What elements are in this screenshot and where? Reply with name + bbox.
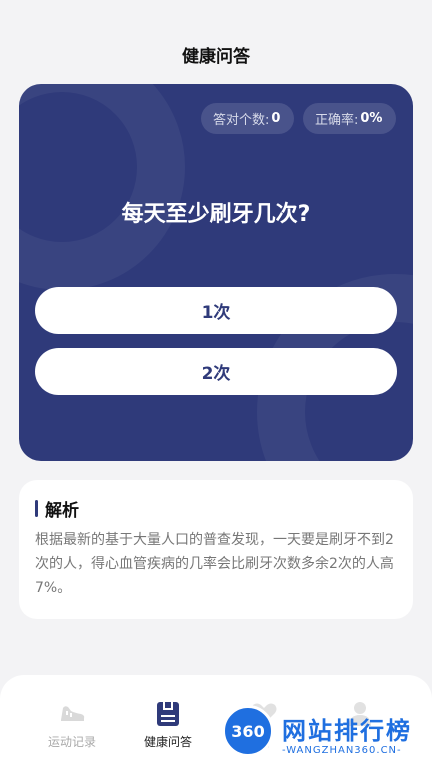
answer-option-2[interactable]: 2次 xyxy=(35,348,397,395)
correct-count-label: 答对个数: xyxy=(213,113,270,128)
analysis-card: 解析 根据最新的基于大量人口的普查发现，一天要是刷牙不到2次的人，得心血管疾病的… xyxy=(19,480,413,619)
analysis-title: 解析 xyxy=(45,501,79,521)
document-icon xyxy=(128,701,208,727)
nav-item-health-qa[interactable]: 健康问答 xyxy=(128,701,208,750)
nav-label: 健康问答 xyxy=(143,735,192,749)
nav-label: 运动记录 xyxy=(47,735,96,749)
watermark-title: 网站排行榜 xyxy=(282,717,412,745)
watermark-logo: 360 xyxy=(222,705,274,757)
heading-accent-bar xyxy=(35,500,38,517)
correct-count-badge: 答对个数: 0 xyxy=(201,103,294,134)
nav-item-exercise-record[interactable]: 运动记录 xyxy=(32,701,112,750)
watermark-subtitle: -WANGZHAN360.CN- xyxy=(282,745,402,756)
correct-count-value: 0 xyxy=(271,111,281,126)
accuracy-value: 0% xyxy=(360,111,383,126)
page-title: 健康问答 xyxy=(182,47,250,67)
answer-option-1[interactable]: 1次 xyxy=(35,287,397,334)
watermark: 360 网站排行榜 -WANGZHAN360.CN- xyxy=(222,705,432,765)
accuracy-badge: 正确率: 0% xyxy=(303,103,396,134)
question-text: 每天至少刷牙几次? xyxy=(121,202,311,227)
quiz-card: 答对个数: 0 正确率: 0% 每天至少刷牙几次? 1次 2次 xyxy=(19,84,413,461)
analysis-heading: 解析 xyxy=(35,496,397,521)
running-shoe-icon xyxy=(32,701,112,727)
accuracy-label: 正确率: xyxy=(315,113,359,128)
analysis-text: 根据最新的基于大量人口的普查发现，一天要是刷牙不到2次的人，得心血管疾病的几率会… xyxy=(35,532,394,596)
decorative-circle xyxy=(19,84,185,290)
